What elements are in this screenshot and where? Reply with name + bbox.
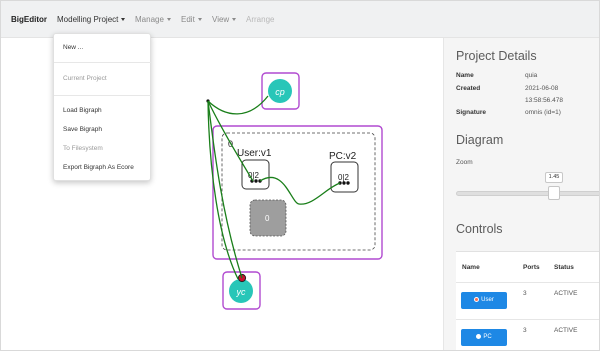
region-border[interactable] <box>212 125 383 260</box>
created-key: Created <box>456 85 481 92</box>
controls-heading: Controls <box>456 222 503 236</box>
ports-value: 3 <box>523 290 527 297</box>
node-pc-inner-label: 0|2 <box>338 173 350 182</box>
menu-view[interactable]: View <box>212 15 237 24</box>
chevron-down-icon <box>121 18 126 21</box>
outer-name-cp-label: cp <box>275 87 285 97</box>
status-value: ACTIVE <box>554 290 578 297</box>
menu-divider <box>54 95 152 96</box>
control-button-user-label: User <box>481 297 494 303</box>
link-edge[interactable] <box>207 95 269 115</box>
zoom-label: Zoom <box>456 159 473 166</box>
menu-item-export-ecore[interactable]: Export Bigraph As Ecore <box>63 164 134 171</box>
zoom-slider-thumb[interactable] <box>548 186 560 200</box>
control-dot-icon <box>474 297 480 302</box>
control-dot-icon <box>476 334 482 339</box>
name-value: quia <box>525 72 538 79</box>
port-dot <box>342 181 346 185</box>
bigeditor-app: BigEditor Modelling Project Manage Edit … <box>0 0 600 351</box>
project-details-heading: Project Details <box>456 49 537 63</box>
zoom-value-tooltip: 1.45 <box>545 172 563 183</box>
col-header-ports: Ports <box>523 264 540 271</box>
modelling-project-dropdown: New ... Current Project Load Bigraph Sav… <box>53 33 152 181</box>
node-user-label: User:v1 <box>237 148 272 159</box>
menu-item-new[interactable]: New ... <box>63 44 83 51</box>
menu-item-load-bigraph[interactable]: Load Bigraph <box>63 107 102 114</box>
control-button-pc-label: PC <box>483 334 492 340</box>
outer-name-yc-label: yc <box>236 287 247 297</box>
menu-modelling-project-label: Modelling Project <box>57 15 119 24</box>
menu-manage[interactable]: Manage <box>135 15 171 24</box>
menu-edit-label: Edit <box>181 15 195 24</box>
menu-item-to-filesystem: To Filesystem <box>63 145 103 152</box>
right-panel: Project Details Name quia Created 2021-0… <box>443 38 599 350</box>
ports-value: 3 <box>523 327 527 334</box>
controls-table: Name Ports Status User 3 ACTIVE PC 3 ACT… <box>456 251 599 350</box>
created-date: 2021-06-08 <box>525 85 559 92</box>
created-time: 13:58:56.478 <box>525 97 563 104</box>
menu-item-save-bigraph[interactable]: Save Bigraph <box>63 126 102 133</box>
col-header-name: Name <box>462 264 480 271</box>
control-button-pc[interactable]: PC <box>461 329 507 346</box>
diagram-heading: Diagram <box>456 133 504 147</box>
chevron-down-icon <box>232 18 237 21</box>
menu-modelling-project[interactable]: Modelling Project <box>57 15 126 24</box>
row-divider <box>456 319 599 320</box>
menu-divider <box>54 62 152 63</box>
menu-manage-label: Manage <box>135 15 164 24</box>
zoom-slider-track[interactable] <box>456 191 599 196</box>
port-dot <box>254 179 258 183</box>
menu-edit[interactable]: Edit <box>181 15 202 24</box>
chevron-down-icon <box>197 18 202 21</box>
signature-key: Signature <box>456 109 486 116</box>
chevron-down-icon <box>166 18 171 21</box>
menu-item-current-project: Current Project <box>63 75 107 82</box>
row-divider <box>456 282 599 283</box>
site-label: 0 <box>265 214 270 223</box>
control-button-user[interactable]: User <box>461 292 507 309</box>
col-header-status: Status <box>554 264 574 271</box>
menu-arrange: Arrange <box>246 15 275 24</box>
app-brand[interactable]: BigEditor <box>11 15 47 24</box>
port-dot <box>346 181 350 185</box>
status-value: ACTIVE <box>554 327 578 334</box>
menu-view-label: View <box>212 15 230 24</box>
node-pc-label: PC:v2 <box>329 151 357 162</box>
name-key: Name <box>456 72 474 79</box>
signature-value: omnis (id=1) <box>525 109 561 116</box>
